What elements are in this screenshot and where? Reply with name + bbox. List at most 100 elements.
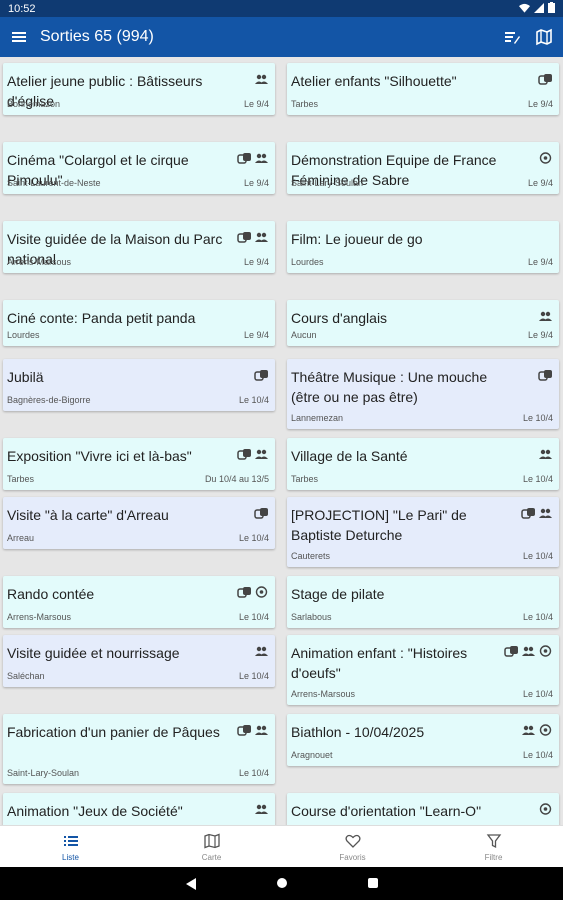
- event-date: Le 9/4: [527, 257, 553, 267]
- group-icon: [522, 646, 535, 656]
- event-place: Aragnouet: [291, 750, 333, 760]
- event-date: Le 9/4: [243, 330, 269, 340]
- home-icon[interactable]: [277, 878, 287, 888]
- event-place: Arrens-Marsous: [7, 612, 72, 622]
- event-title: Théâtre Musique : Une mouche (être ou ne…: [291, 369, 488, 405]
- group-icon: [255, 646, 268, 656]
- event-card[interactable]: Course d'orientation "Learn-O": [287, 793, 559, 825]
- culture-icon: [538, 74, 552, 85]
- group-icon: [255, 804, 268, 814]
- event-title: Biathlon - 10/04/2025: [291, 724, 425, 740]
- event-place: Lourdes: [291, 257, 324, 267]
- event-place: Aucun: [291, 330, 317, 340]
- nav-liste-label: Liste: [62, 853, 79, 862]
- event-card[interactable]: Visite guidée de la Maison du Parc natio…: [3, 221, 275, 273]
- event-card[interactable]: Ciné conte: Panda petit panda Lourdes Le…: [3, 300, 275, 346]
- culture-icon: [237, 449, 251, 460]
- culture-icon: [254, 370, 268, 381]
- event-date: Le 10/4: [238, 533, 269, 543]
- event-date: Le 10/4: [238, 768, 269, 778]
- status-time: 10:52: [8, 3, 36, 15]
- event-date: Le 9/4: [527, 99, 553, 109]
- nav-liste[interactable]: Liste: [0, 826, 141, 868]
- system-nav-bar: [0, 867, 563, 900]
- group-icon: [255, 725, 268, 735]
- event-place: Tarbes: [291, 99, 319, 109]
- event-place: Lannemezan: [291, 413, 344, 423]
- event-card[interactable]: Film: Le joueur de go Lourdes Le 9/4: [287, 221, 559, 273]
- nav-filtre[interactable]: Filtre: [423, 826, 563, 868]
- status-icons: [519, 2, 555, 13]
- sport-icon: [539, 152, 552, 164]
- map-icon[interactable]: [535, 28, 553, 46]
- signal-icon: [534, 2, 544, 13]
- event-place: Tarbes: [291, 474, 319, 484]
- event-card[interactable]: Village de la Santé Tarbes Le 10/4: [287, 438, 559, 490]
- event-card[interactable]: Atelier enfants "Silhouette" Tarbes Le 9…: [287, 63, 559, 115]
- filter-icon: [486, 834, 501, 849]
- event-card[interactable]: Stage de pilate Sarlabous Le 10/4: [287, 576, 559, 628]
- nav-favoris[interactable]: Favoris: [282, 826, 423, 868]
- event-card[interactable]: Animation "Jeux de Société": [3, 793, 275, 825]
- event-title: Film: Le joueur de go: [291, 231, 423, 247]
- event-card[interactable]: Jubilä Bagnères-de-Bigorre Le 10/4: [3, 359, 275, 411]
- event-place: Lourdes: [7, 330, 40, 340]
- event-title: Jubilä: [7, 369, 44, 385]
- group-icon: [255, 232, 268, 242]
- app-bar: Sorties 65 (994): [0, 17, 563, 57]
- event-date: Le 10/4: [522, 413, 553, 423]
- event-title: Animation enfant : "Histoires d'oeufs": [291, 645, 468, 681]
- event-card[interactable]: Animation enfant : "Histoires d'oeufs" A…: [287, 635, 559, 705]
- nav-filtre-label: Filtre: [484, 853, 503, 862]
- culture-icon: [237, 725, 251, 736]
- event-card[interactable]: [PROJECTION] "Le Pari" de Baptiste Detur…: [287, 497, 559, 567]
- event-card[interactable]: Visite "à la carte" d'Arreau Arreau Le 1…: [3, 497, 275, 549]
- group-icon: [539, 508, 552, 518]
- culture-icon: [521, 508, 535, 519]
- event-card[interactable]: Fabrication d'un panier de Pâques Saint-…: [3, 714, 275, 784]
- event-date: Le 10/4: [522, 474, 553, 484]
- event-card[interactable]: Rando contée Arrens-Marsous Le 10/4: [3, 576, 275, 628]
- bottom-nav: Liste Carte Favoris Filtre: [0, 825, 563, 868]
- event-place: Tarbes: [7, 474, 35, 484]
- event-card[interactable]: Visite guidée et nourrissage Saléchan Le…: [3, 635, 275, 687]
- events-list[interactable]: Atelier jeune public : Bâtisseurs d'égli…: [0, 57, 563, 825]
- group-icon: [539, 449, 552, 459]
- group-icon: [255, 153, 268, 163]
- culture-icon: [237, 232, 251, 243]
- recent-apps-icon[interactable]: [368, 878, 378, 888]
- event-place: Bonnemazon: [7, 99, 61, 109]
- event-title: Village de la Santé: [291, 448, 408, 464]
- event-title: Course d'orientation "Learn-O": [291, 803, 482, 819]
- map-icon: [203, 833, 220, 849]
- event-card[interactable]: Cinéma "Colargol et le cirque Pimoulu" S…: [3, 142, 275, 194]
- event-place: Saint-Lary-Soulan: [291, 178, 364, 188]
- heart-icon: [344, 834, 361, 848]
- event-card[interactable]: Atelier jeune public : Bâtisseurs d'égli…: [3, 63, 275, 115]
- group-icon: [255, 74, 268, 84]
- group-icon: [255, 449, 268, 459]
- group-icon: [522, 725, 535, 735]
- event-date: Le 9/4: [243, 178, 269, 188]
- event-card[interactable]: Cours d'anglais Aucun Le 9/4: [287, 300, 559, 346]
- event-title: Visite "à la carte" d'Arreau: [7, 507, 169, 523]
- event-card[interactable]: Démonstration Equipe de France Féminine …: [287, 142, 559, 194]
- event-card[interactable]: Biathlon - 10/04/2025 Aragnouet Le 10/4: [287, 714, 559, 766]
- event-date: Le 9/4: [527, 178, 553, 188]
- back-icon[interactable]: [186, 878, 197, 890]
- menu-icon[interactable]: [10, 28, 28, 46]
- event-card[interactable]: Théâtre Musique : Une mouche (être ou ne…: [287, 359, 559, 429]
- sort-list-icon[interactable]: [503, 28, 521, 46]
- event-card[interactable]: Exposition "Vivre ici et là-bas" Tarbes …: [3, 438, 275, 490]
- event-place: Saléchan: [7, 671, 45, 681]
- event-title: Animation "Jeux de Société": [7, 803, 183, 819]
- culture-icon: [538, 370, 552, 381]
- culture-icon: [237, 587, 251, 598]
- event-place: Arrens-Marsous: [7, 257, 72, 267]
- event-place: Arreau: [7, 533, 35, 543]
- nav-carte[interactable]: Carte: [141, 826, 282, 868]
- group-icon: [539, 311, 552, 321]
- sport-icon: [539, 724, 552, 736]
- event-place: Cauterets: [291, 551, 331, 561]
- nav-favoris-label: Favoris: [339, 853, 366, 862]
